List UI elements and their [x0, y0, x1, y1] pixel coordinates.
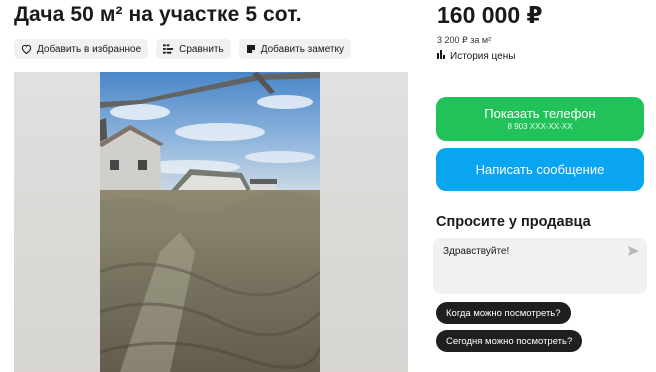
show-phone-button[interactable]: Показать телефон 8 903 XXX-XX-XX [436, 97, 644, 141]
heart-icon [21, 44, 32, 54]
price-history-link[interactable]: История цены [437, 50, 515, 62]
price-value: 160 000 ₽ [437, 2, 543, 28]
quick-question-when[interactable]: Когда можно посмотреть? [436, 302, 571, 324]
listing-title: Дача 50 м² на участке 5 сот. [14, 3, 302, 26]
write-message-label: Написать сообщение [475, 162, 605, 177]
add-to-favorites-button[interactable]: Добавить в избранное [14, 39, 149, 59]
compare-icon [163, 44, 174, 54]
add-note-button[interactable]: Добавить заметку [238, 39, 351, 59]
gallery-blur-left [14, 72, 100, 372]
listing-actions: Добавить в избранное Сравнить Добавить з… [14, 39, 351, 59]
listing-photo[interactable] [100, 72, 320, 372]
bar-chart-icon [437, 50, 446, 62]
note-icon [246, 44, 256, 54]
price-per-m2: 3 200 ₽ за м² [437, 35, 492, 45]
quick-question-today[interactable]: Сегодня можно посмотреть? [436, 330, 583, 352]
ask-seller-title: Спросите у продавца [436, 214, 591, 230]
compare-button[interactable]: Сравнить [156, 39, 231, 59]
add-to-favorites-label: Добавить в избранное [37, 43, 142, 55]
gallery-blur-right [320, 72, 408, 372]
send-icon[interactable] [628, 246, 639, 259]
phone-masked: 8 903 XXX-XX-XX [507, 122, 573, 131]
compare-label: Сравнить [179, 43, 224, 55]
price-history-label: История цены [450, 50, 516, 62]
message-text: Здравствуйте! [443, 246, 510, 257]
write-message-button[interactable]: Написать сообщение [436, 148, 644, 191]
show-phone-label: Показать телефон [484, 106, 596, 121]
add-note-label: Добавить заметку [260, 43, 344, 55]
message-input[interactable]: Здравствуйте! [433, 238, 647, 294]
photo-gallery[interactable] [14, 72, 408, 372]
